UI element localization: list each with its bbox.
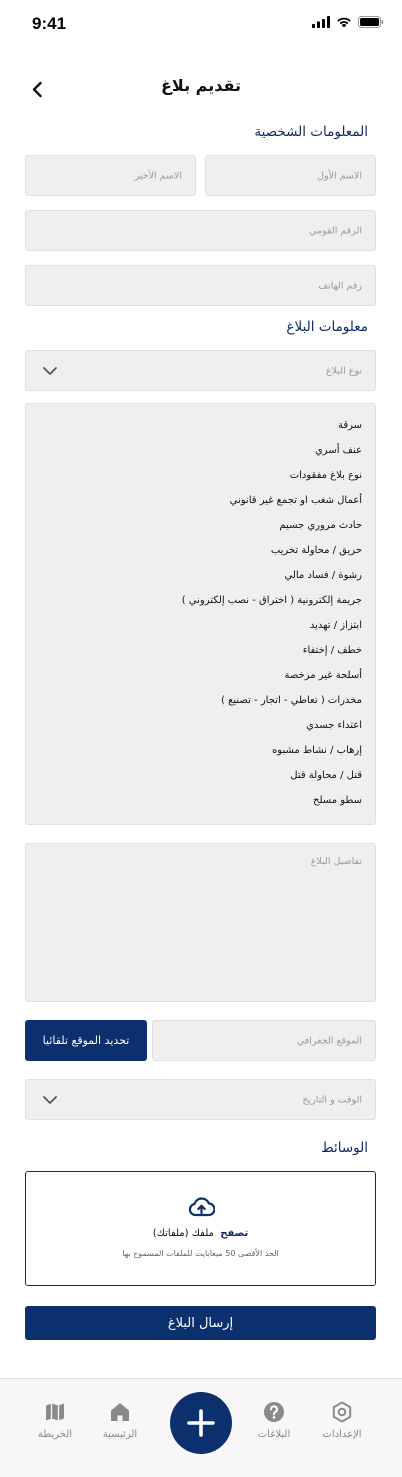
phone-placeholder: رقم الهاتف (318, 280, 362, 291)
chevron-down-icon (43, 366, 57, 375)
submit-report-button[interactable]: إرسال البلاغ (25, 1306, 376, 1340)
report-details-textarea[interactable]: تفاصيل البلاغ (25, 843, 376, 1002)
tab-settings[interactable]: الإعدادات (307, 1401, 377, 1440)
battery-icon (358, 16, 384, 28)
list-item[interactable]: نوع بلاغ مفقودات (290, 470, 362, 481)
auto-location-button[interactable]: تحديد الموقع تلقائيا (25, 1020, 147, 1061)
browse-link[interactable]: تصفح (220, 1228, 248, 1239)
question-circle-icon (264, 1402, 284, 1422)
national-id-placeholder: الرقم القومي (309, 225, 362, 236)
tab-map-label: الخريطة (37, 1429, 73, 1440)
last-name-field[interactable]: الاسم الأخير (25, 155, 196, 196)
report-type-placeholder: نوع البلاغ (326, 365, 362, 376)
signal-icon (312, 16, 330, 28)
media-title: الوسائط (321, 1140, 368, 1156)
datetime-select[interactable]: الوقت و التاريخ (25, 1079, 376, 1120)
list-item[interactable]: مخدرات ( تعاطي - اتجار - تصنيع ) (221, 695, 362, 706)
datetime-placeholder: الوقت و التاريخ (302, 1094, 362, 1105)
list-item[interactable]: جريمة إلكترونية ( اختراق - نصب إلكتروني … (182, 595, 362, 606)
page-header: تقديم بلاغ (0, 72, 402, 106)
list-item[interactable]: ابتزاز / تهديد (310, 620, 362, 631)
list-item[interactable]: سرقة (338, 420, 362, 431)
home-icon (111, 1403, 129, 1421)
list-item[interactable]: خطف / إختفاء (303, 645, 362, 656)
list-item[interactable]: حادث مروري جسيم (279, 520, 362, 531)
add-report-button[interactable] (170, 1392, 232, 1454)
status-time: 9:41 (32, 14, 67, 33)
wifi-icon (337, 17, 351, 28)
last-name-placeholder: الاسم الأخير (134, 170, 182, 181)
list-item[interactable]: حريق / محاولة تخريب (271, 545, 362, 556)
tab-settings-label: الإعدادات (322, 1429, 362, 1440)
files-label: ملفك (ملفاتك) (152, 1228, 214, 1239)
status-icons (312, 16, 384, 28)
tab-home-label: الرئيسية (102, 1429, 138, 1440)
report-type-select[interactable]: نوع البلاغ (25, 350, 376, 391)
upload-limit-text: الحد الأقصى 50 ميغابايت للملفات المسموح … (122, 1249, 279, 1258)
report-info-title: معلومات البلاغ (286, 319, 368, 335)
list-item[interactable]: رشوة / فساد مالي (284, 570, 362, 581)
page-title: تقديم بلاغ (161, 76, 241, 95)
tab-reports[interactable]: البلاغات (239, 1401, 309, 1440)
list-item[interactable]: قتل / محاولة قتل (290, 770, 362, 781)
phone-field[interactable]: رقم الهاتف (25, 265, 376, 306)
plus-icon (187, 1409, 215, 1437)
list-item[interactable]: أسلحة غير مرخصة (285, 670, 363, 681)
location-field[interactable]: الموقع الجغرافي (152, 1020, 376, 1061)
gear-icon (332, 1401, 352, 1423)
list-item[interactable]: سطو مسلح (313, 795, 362, 806)
list-item[interactable]: اعتداء جسدي (306, 720, 362, 731)
personal-info-title: المعلومات الشخصية (254, 124, 368, 140)
list-item[interactable]: أعمال شغب او تجمع غير قانوني (230, 495, 362, 506)
first-name-placeholder: الاسم الأول (317, 170, 362, 181)
national-id-field[interactable]: الرقم القومي (25, 210, 376, 251)
report-type-list: سرقة عنف أسري نوع بلاغ مفقودات أعمال شغب… (25, 403, 376, 825)
location-placeholder: الموقع الجغرافي (296, 1035, 362, 1046)
map-icon (46, 1403, 64, 1421)
list-item[interactable]: إرهاب / نشاط مشبوه (272, 745, 362, 756)
report-details-placeholder: تفاصيل البلاغ (310, 856, 362, 867)
upload-instructions: تصفح ملفك (ملفاتك) (26, 1228, 375, 1239)
list-item[interactable]: عنف أسري (315, 445, 362, 456)
tab-map[interactable]: الخريطة (20, 1401, 90, 1440)
status-bar: 9:41 (0, 0, 402, 48)
tab-home[interactable]: الرئيسية (85, 1401, 155, 1440)
file-upload-area[interactable]: تصفح ملفك (ملفاتك) الحد الأقصى 50 ميغابا… (25, 1171, 376, 1286)
first-name-field[interactable]: الاسم الأول (205, 155, 376, 196)
tab-reports-label: البلاغات (257, 1429, 291, 1440)
cloud-upload-icon (188, 1197, 215, 1217)
chevron-down-icon (43, 1095, 57, 1104)
